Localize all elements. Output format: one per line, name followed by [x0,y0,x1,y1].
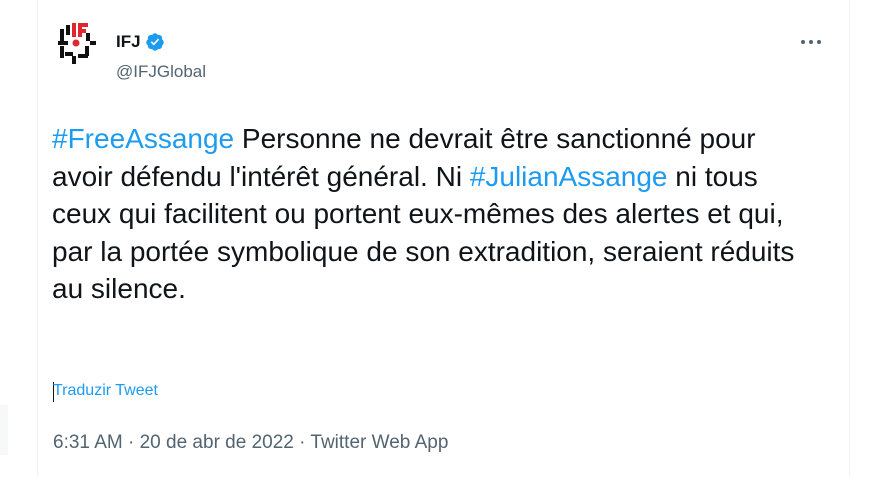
meta-separator: · [122,432,140,453]
tweet-date[interactable]: 20 de abr de 2022 [140,432,294,453]
hashtag-link[interactable]: #FreeAssange [52,123,234,154]
more-options-button[interactable] [796,32,826,52]
verified-badge-icon [145,32,165,52]
more-options-icon [801,40,821,44]
translate-tweet-link[interactable]: Traduzir Tweet [53,382,158,400]
meta-separator: · [293,432,311,453]
tweet-time[interactable]: 6:31 AM [53,432,123,453]
tweet-source: Twitter Web App [310,432,449,453]
tweet-text: #FreeAssange Personne ne devrait être sa… [52,120,812,308]
author-name-row[interactable]: IFJ [116,30,165,54]
ifj-logo [52,19,100,67]
hashtag-link[interactable]: #JulianAssange [470,161,668,192]
author-handle[interactable]: @IFJGlobal [116,62,206,82]
avatar[interactable] [52,19,100,67]
author-display-name[interactable]: IFJ [116,32,141,52]
tweet-metadata: 6:31 AM · 20 de abr de 2022 · Twitter We… [53,432,448,454]
background-strip [0,405,8,455]
